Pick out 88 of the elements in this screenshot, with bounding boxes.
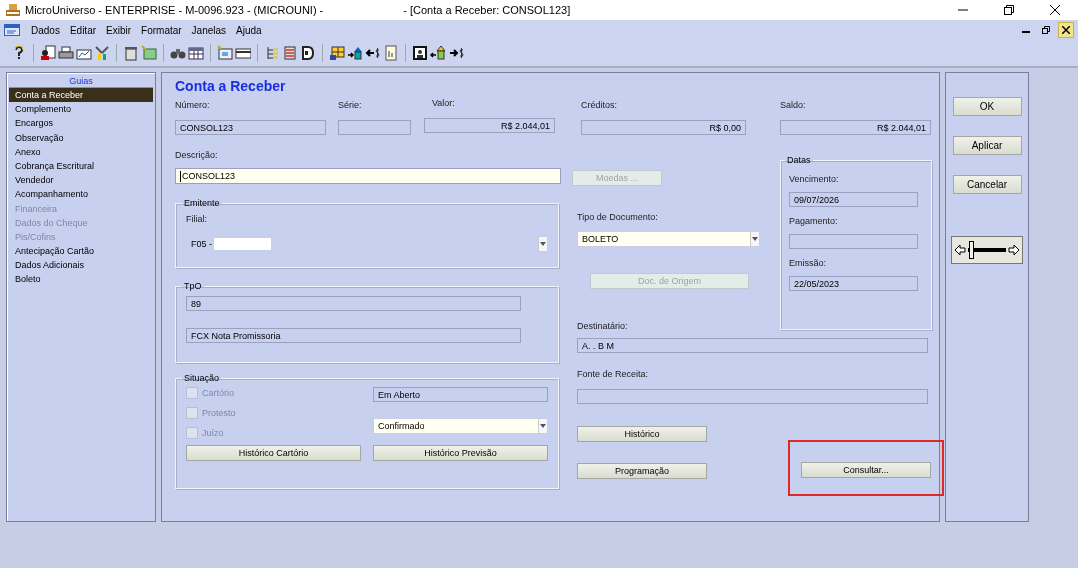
guide-item[interactable]: Complemento [9, 102, 153, 117]
group-title: TpO [183, 281, 203, 291]
field-label: Fonte de Receita: [577, 369, 650, 379]
restore-icon [1042, 26, 1050, 34]
checkbox-label: Juízo [202, 428, 224, 438]
read-only-field: Em Aberto [373, 387, 548, 402]
field-label: Tipo de Documento: [577, 212, 659, 222]
guide-item[interactable]: Cobrança Escritural [9, 158, 153, 174]
right-arrow-icon[interactable] [1008, 244, 1020, 256]
bracket-icon[interactable] [300, 45, 316, 61]
schedule-button[interactable]: Programação [577, 463, 707, 479]
group-title: Situação [183, 373, 221, 383]
menu-item[interactable]: Editar [69, 24, 97, 36]
menu-item[interactable]: Janelas [191, 24, 227, 36]
group-title: Emitente [183, 198, 221, 208]
trash-icon[interactable] [123, 45, 139, 61]
field-label: Saldo: [780, 100, 807, 112]
person-document-icon[interactable] [40, 45, 56, 61]
action-button[interactable]: OK [952, 97, 1022, 116]
read-only-field: 89 [186, 296, 521, 311]
document-icon[interactable] [4, 22, 20, 38]
read-only-field: 22/05/2023 [789, 276, 918, 291]
guide-item[interactable]: Vendedor [9, 173, 153, 188]
field-label: Vencimento: [789, 174, 840, 184]
field-label: Filial: [186, 214, 208, 224]
guide-item[interactable]: Antecipação Cartão [9, 244, 153, 259]
field-label: Valor: [431, 98, 456, 110]
field-label: Série: [338, 100, 363, 112]
table-icon[interactable] [188, 45, 204, 61]
grid-icon[interactable] [329, 45, 345, 61]
action-button[interactable]: Aplicar [952, 136, 1022, 155]
field-label: Descrição: [175, 150, 219, 160]
arrow-money-icon[interactable] [365, 45, 381, 61]
close-icon [1050, 5, 1060, 15]
field-label: Créditos: [581, 100, 618, 112]
field-label: Número: [175, 100, 211, 112]
dropdown[interactable]: BOLETO [577, 231, 760, 247]
read-only-field: R$ 2.044,01 [424, 118, 555, 133]
portrait-frame-icon[interactable] [412, 45, 428, 61]
guide-item[interactable]: Conta a Receber [9, 88, 153, 103]
menu-item[interactable]: Exibir [106, 24, 132, 36]
guide-item[interactable]: Acompanhamento [9, 187, 153, 202]
redacted-block [214, 238, 271, 250]
menu-item[interactable]: Ajuda [236, 24, 262, 36]
dropdown[interactable]: Confirmado [373, 418, 548, 434]
history-button[interactable]: Histórico Previsão [373, 445, 548, 461]
checkbox-label: Cartório [202, 388, 234, 398]
window-title: MicroUniverso - ENTERPRISE - M-0096.923 - (MICROUNI) - [25, 4, 324, 16]
field-label: Destinatário: [577, 321, 629, 331]
consult-button[interactable]: Consultar... [801, 462, 931, 478]
slider-control[interactable] [951, 236, 1023, 264]
close-button[interactable] [1058, 22, 1074, 38]
window-title: - [Conta a Receber: CONSOL123] [403, 4, 571, 16]
printer-icon[interactable] [58, 45, 74, 61]
read-only-field: R$ 0,00 [581, 120, 746, 135]
checkbox-label: Protesto [202, 408, 236, 418]
form-title: Conta a Receber [175, 78, 287, 96]
guide-item[interactable]: Boleto [9, 272, 153, 287]
tools-icon[interactable] [94, 45, 110, 61]
guide-item[interactable]: Observação [9, 130, 153, 145]
guide-item[interactable]: Anexo [9, 144, 153, 159]
card-icon[interactable] [235, 45, 251, 61]
input-field[interactable]: CONSOL123 [175, 168, 561, 184]
arrow-money-icon[interactable] [448, 45, 464, 61]
restore-icon [1004, 5, 1014, 15]
tree-icon[interactable] [264, 45, 280, 61]
close-icon [1062, 26, 1070, 34]
history-button[interactable]: Histórico [577, 426, 707, 442]
group-title: Datas [786, 155, 812, 165]
help-icon[interactable] [11, 45, 27, 61]
house-arrow-icon[interactable] [347, 45, 363, 61]
menu-item[interactable]: Formatar [141, 24, 182, 36]
field-label: Emissão: [789, 258, 827, 268]
read-only-field: FCX Nota Promissoria [186, 328, 521, 343]
read-only-field: CONSOL123 [175, 120, 326, 135]
menu-item[interactable]: Dados [31, 24, 60, 36]
guide-item[interactable]: Dados Adicionais [9, 258, 153, 273]
action-button[interactable]: Cancelar [952, 175, 1022, 194]
history-button[interactable]: Histórico Cartório [186, 445, 361, 461]
house-arrow-icon[interactable] [430, 45, 446, 61]
read-only-field: A. . B M [577, 338, 928, 353]
field-label: Pagamento: [789, 216, 839, 226]
read-only-field: 09/07/2026 [789, 192, 918, 207]
guide-item[interactable]: Encargos [9, 116, 153, 131]
read-only-field: R$ 2.044,01 [780, 120, 931, 135]
dropdown[interactable]: F05 - [186, 236, 548, 252]
left-arrow-icon[interactable] [954, 244, 966, 256]
slider-thumb[interactable] [969, 241, 975, 259]
